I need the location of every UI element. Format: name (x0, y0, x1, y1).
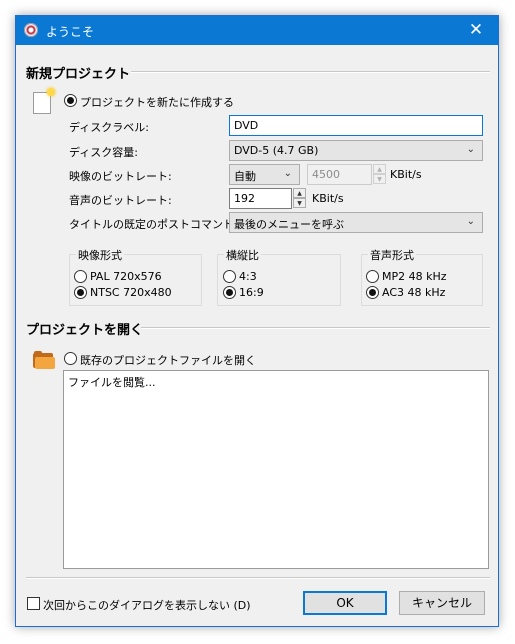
chevron-down-icon: ⌄ (466, 144, 475, 155)
disc-label-label: ディスクラベル: (69, 121, 149, 134)
audio-format-title: 音声形式 (368, 247, 416, 263)
video-bitrate-spinner: ▲ ▼ (373, 164, 386, 184)
chevron-down-icon: ⌄ (283, 168, 292, 179)
browse-files-item[interactable]: ファイルを閲覧... (68, 374, 484, 390)
video-format-ntsc-label[interactable]: NTSC 720x480 (90, 286, 172, 299)
project-file-list[interactable]: ファイルを閲覧... (63, 370, 489, 569)
video-bitrate-input: 4500 (307, 164, 372, 185)
ok-button[interactable]: OK (303, 591, 387, 615)
dont-show-checkbox[interactable] (27, 597, 40, 610)
video-format-title: 映像形式 (76, 247, 124, 263)
footer-divider (26, 577, 490, 579)
post-command-value: 最後のメニューを呼ぶ (234, 218, 344, 231)
audio-bitrate-spinner[interactable]: ▲ ▼ (293, 188, 306, 208)
spin-up-icon: ▲ (373, 164, 386, 174)
create-project-label[interactable]: プロジェクトを新たに作成する (80, 94, 234, 110)
video-bitrate-label: 映像のビットレート: (69, 170, 172, 183)
audio-format-ac3-radio[interactable] (366, 286, 379, 299)
aspect-16-9-label[interactable]: 16:9 (239, 286, 264, 299)
chevron-down-icon: ⌄ (466, 216, 475, 227)
audio-format-ac3-label[interactable]: AC3 48 kHz (382, 286, 445, 299)
open-project-label[interactable]: 既存のプロジェクトファイルを開く (80, 352, 256, 368)
video-format-pal-radio[interactable] (74, 270, 87, 283)
spin-down-icon: ▼ (373, 174, 386, 184)
disc-icon (24, 23, 38, 37)
aspect-4-3-label[interactable]: 4:3 (239, 270, 257, 283)
cancel-button[interactable]: キャンセル (399, 591, 485, 615)
aspect-4-3-radio[interactable] (223, 270, 236, 283)
video-bitrate-mode-select[interactable]: 自動 ⌄ (229, 164, 300, 185)
video-format-pal-label[interactable]: PAL 720x576 (90, 270, 162, 283)
window-title: ようこそ (46, 25, 95, 39)
welcome-dialog: ようこそ ✕ 新規プロジェクト プロジェクトを新たに作成する ディスクラベル: … (15, 15, 499, 627)
post-command-select[interactable]: 最後のメニューを呼ぶ ⌄ (229, 212, 483, 233)
audio-bitrate-label: 音声のビットレート: (69, 194, 172, 207)
new-document-icon (33, 88, 55, 114)
disc-capacity-select[interactable]: DVD-5 (4.7 GB) ⌄ (229, 140, 483, 161)
audio-format-mp2-label[interactable]: MP2 48 kHz (382, 270, 447, 283)
open-project-radio[interactable] (64, 352, 77, 365)
aspect-ratio-group: 横縦比 (217, 247, 341, 306)
open-project-heading: プロジェクトを開く (26, 323, 144, 338)
spin-down-icon[interactable]: ▼ (293, 198, 306, 208)
close-icon: ✕ (468, 20, 484, 40)
title-bar[interactable]: ようこそ ✕ (16, 16, 498, 45)
video-bitrate-unit: KBit/s (390, 168, 422, 181)
create-project-radio[interactable] (64, 94, 77, 107)
video-format-ntsc-radio[interactable] (74, 286, 87, 299)
disc-label-input[interactable]: DVD (229, 115, 483, 136)
audio-bitrate-input[interactable]: 192 (229, 188, 292, 209)
aspect-ratio-title: 横縦比 (224, 247, 261, 263)
disc-capacity-label: ディスク容量: (69, 146, 138, 159)
audio-bitrate-unit: KBit/s (312, 192, 344, 205)
close-button[interactable]: ✕ (454, 16, 498, 45)
disc-capacity-value: DVD-5 (4.7 GB) (234, 144, 319, 157)
spin-up-icon[interactable]: ▲ (293, 188, 306, 198)
folder-icon (33, 351, 55, 369)
dont-show-label[interactable]: 次回からこのダイアログを表示しない (D) (43, 597, 251, 613)
video-bitrate-mode-value: 自動 (234, 170, 256, 183)
new-project-divider (131, 71, 490, 73)
aspect-16-9-radio[interactable] (223, 286, 236, 299)
post-command-label: タイトルの既定のポストコマンド: (69, 218, 238, 231)
new-project-heading: 新規プロジェクト (26, 67, 131, 82)
open-project-divider (141, 327, 490, 329)
audio-format-mp2-radio[interactable] (366, 270, 379, 283)
